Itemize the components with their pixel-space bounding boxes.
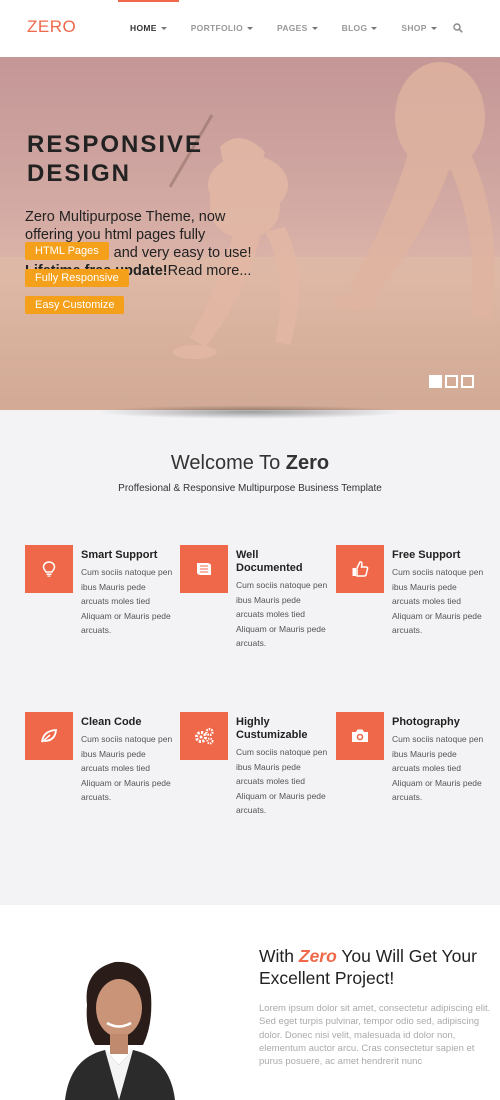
thumbs-up-icon bbox=[336, 545, 384, 593]
nav-blog[interactable]: BLOG bbox=[330, 0, 390, 57]
feature-title: Well Documented bbox=[236, 549, 303, 574]
lightbulb-icon bbox=[25, 545, 73, 593]
feature-title: Photography bbox=[392, 716, 460, 728]
leaf-icon bbox=[25, 712, 73, 760]
hero-drop-shadow bbox=[95, 405, 405, 419]
welcome-title: Welcome To Zero bbox=[0, 452, 500, 475]
feature-well-documented: Well Documented Cum sociis natoque pen i… bbox=[180, 545, 330, 675]
nav-shop-label: SHOP bbox=[401, 22, 427, 33]
chevron-down-icon bbox=[311, 27, 318, 30]
hero-runner-image-2 bbox=[333, 62, 495, 319]
feature-text: Cum sociis natoque pen ibus Mauris pede … bbox=[392, 567, 484, 635]
feature-text: Cum sociis natoque pen ibus Mauris pede … bbox=[81, 734, 173, 802]
main-nav: HOME PORTFOLIO PAGES BLOG SHOP bbox=[118, 0, 449, 57]
gears-icon bbox=[180, 712, 228, 760]
project-title-pre: With bbox=[259, 946, 299, 966]
nav-home[interactable]: HOME bbox=[118, 0, 179, 57]
slide-dot-1[interactable] bbox=[429, 375, 442, 388]
feature-title: Highly Custumizable bbox=[236, 716, 308, 741]
site-header: ZERO HOME PORTFOLIO PAGES BLOG SHOP bbox=[0, 0, 500, 57]
html-pages-button[interactable]: HTML Pages bbox=[25, 242, 109, 260]
slider-pagination bbox=[429, 375, 474, 388]
chevron-down-icon bbox=[160, 27, 167, 30]
hero-slider: RESPONSIVE DESIGN Zero Multipurpose Them… bbox=[0, 57, 500, 410]
feature-text: Cum sociis natoque pen ibus Mauris pede … bbox=[81, 567, 173, 635]
woman-portrait-image bbox=[65, 961, 175, 1100]
feature-title: Clean Code bbox=[81, 716, 142, 728]
read-more-link[interactable]: Read more... bbox=[168, 263, 252, 279]
nav-blog-label: BLOG bbox=[341, 22, 368, 33]
welcome-title-prefix: Welcome To bbox=[170, 452, 286, 474]
chevron-down-icon bbox=[371, 27, 378, 30]
nav-pages-label: PAGES bbox=[276, 22, 308, 33]
project-description: Lorem ipsum dolor sit amet, consectetur … bbox=[259, 1003, 491, 1068]
slide-dot-2[interactable] bbox=[445, 375, 458, 388]
book-icon bbox=[180, 545, 228, 593]
nav-shop[interactable]: SHOP bbox=[389, 0, 448, 57]
project-title-brand: Zero bbox=[298, 946, 337, 966]
nav-portfolio[interactable]: PORTFOLIO bbox=[179, 0, 265, 57]
feature-photography: Photography Cum sociis natoque pen ibus … bbox=[336, 712, 486, 842]
nav-pages[interactable]: PAGES bbox=[265, 0, 330, 57]
hero-title-line2: DESIGN bbox=[27, 160, 132, 187]
slide-dot-3[interactable] bbox=[461, 375, 474, 388]
feature-clean-code: Clean Code Cum sociis natoque pen ibus M… bbox=[25, 712, 175, 842]
feature-highly-customizable: Highly Custumizable Cum sociis natoque p… bbox=[180, 712, 330, 842]
project-title: With Zero You Will Get Your Excellent Pr… bbox=[259, 945, 489, 989]
feature-smart-support: Smart Support Cum sociis natoque pen ibu… bbox=[25, 545, 175, 675]
chevron-down-icon bbox=[430, 27, 437, 30]
chevron-down-icon bbox=[246, 27, 253, 30]
camera-icon bbox=[336, 712, 384, 760]
welcome-section: Welcome To Zero Proffesional & Responsiv… bbox=[0, 410, 500, 905]
nav-home-label: HOME bbox=[130, 22, 157, 33]
search-icon[interactable] bbox=[453, 23, 463, 33]
feature-title: Free Support bbox=[392, 549, 461, 561]
feature-text: Cum sociis natoque pen ibus Mauris pede … bbox=[236, 580, 328, 648]
feature-text: Cum sociis natoque pen ibus Mauris pede … bbox=[392, 734, 484, 802]
feature-text: Cum sociis natoque pen ibus Mauris pede … bbox=[236, 747, 328, 815]
welcome-subtitle: Proffesional & Responsive Multipurpose B… bbox=[118, 483, 382, 494]
feature-free-support: Free Support Cum sociis natoque pen ibus… bbox=[336, 545, 486, 675]
logo[interactable]: ZERO bbox=[27, 17, 76, 37]
hero-title-line1: RESPONSIVE bbox=[27, 131, 204, 158]
fully-responsive-button[interactable]: Fully Responsive bbox=[25, 269, 129, 287]
nav-portfolio-label: PORTFOLIO bbox=[190, 22, 243, 33]
easy-customize-button[interactable]: Easy Customize bbox=[25, 296, 125, 314]
welcome-title-brand: Zero bbox=[285, 452, 330, 474]
project-section: With Zero You Will Get Your Excellent Pr… bbox=[0, 905, 500, 1100]
hero-title: RESPONSIVE DESIGN bbox=[27, 130, 257, 188]
feature-title: Smart Support bbox=[81, 549, 158, 561]
